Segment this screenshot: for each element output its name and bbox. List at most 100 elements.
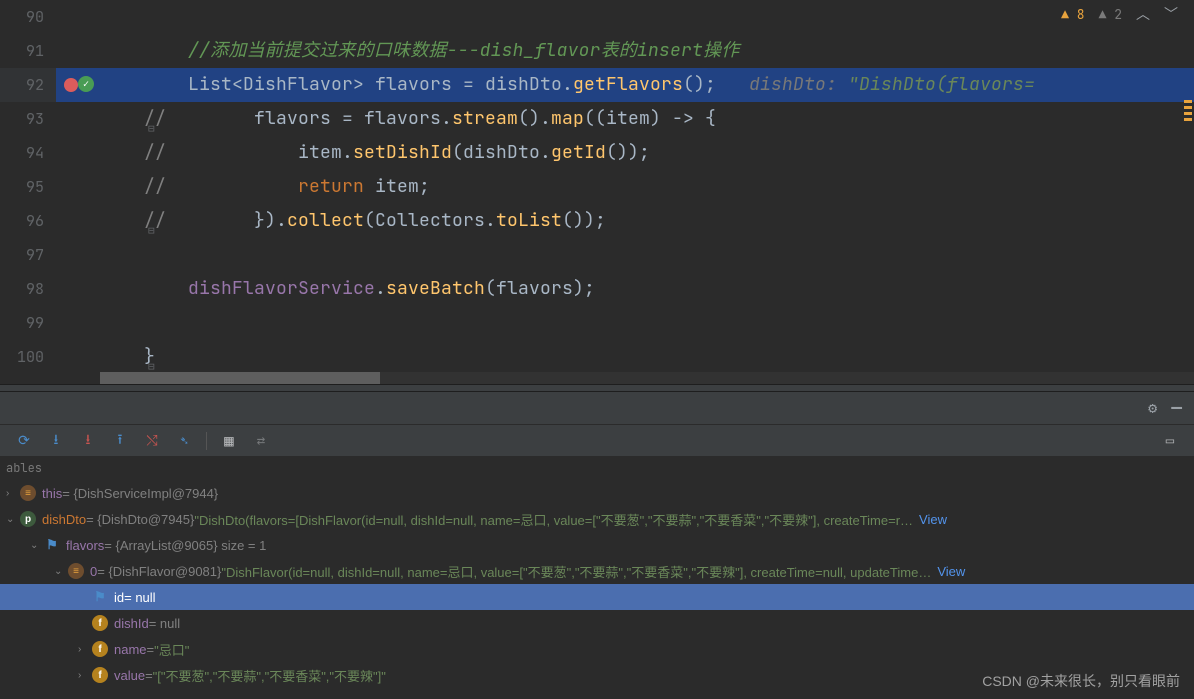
variable-value: = — [145, 668, 153, 683]
object-icon: ≡ — [68, 563, 84, 579]
expander-icon[interactable]: ⌄ — [54, 566, 68, 577]
line-number: 92 — [0, 68, 56, 102]
step-force-icon[interactable]: ⭳ — [74, 429, 102, 453]
watermark: CSDN @未来很长，别只看眼前 — [982, 671, 1180, 691]
variable-name: name — [114, 642, 147, 657]
code-line[interactable]: 93⊟ // flavors = flavors.stream().map((i… — [0, 102, 1194, 136]
code-text[interactable]: // }).collect(Collectors.toList()); — [100, 204, 1194, 238]
variable-row[interactable]: ⌄≡0 = {DishFlavor@9081} "DishFlavor(id=n… — [0, 558, 1194, 584]
code-line[interactable]: 92✓ List<DishFlavor> flavors = dishDto.g… — [0, 68, 1194, 102]
variable-row[interactable]: ›≡this = {DishServiceImpl@7944} — [0, 480, 1194, 506]
caret-up-icon[interactable]: ︿ — [1136, 4, 1150, 24]
step-out-icon[interactable]: ➴ — [170, 429, 198, 453]
expander-icon[interactable]: ⌄ — [30, 540, 44, 551]
code-text[interactable]: } — [100, 340, 1194, 374]
code-text[interactable]: // item.setDishId(dishDto.getId()); — [100, 136, 1194, 170]
gutter[interactable] — [56, 238, 100, 272]
code-text[interactable] — [100, 306, 1194, 340]
code-line[interactable]: 97 — [0, 238, 1194, 272]
variable-row[interactable]: fdishId = null — [0, 610, 1194, 636]
expander-icon[interactable]: › — [6, 488, 20, 499]
code-line[interactable]: 90 — [0, 0, 1194, 34]
weak-warning-icon[interactable]: ▲ 2 — [1099, 6, 1122, 23]
code-text[interactable]: // return item; — [100, 170, 1194, 204]
scrollbar-thumb[interactable] — [100, 372, 380, 384]
debug-panel-header: ⚙ — — [0, 392, 1194, 424]
step-download-icon[interactable]: ⭳ — [42, 429, 70, 453]
gutter[interactable]: ⊟ — [56, 340, 100, 374]
breakpoint-icon[interactable] — [64, 78, 78, 92]
variable-row[interactable]: ⚑id = null — [0, 584, 1194, 610]
variables-tree[interactable]: ›≡this = {DishServiceImpl@7944}⌄pdishDto… — [0, 480, 1194, 688]
variable-value: = {DishDto@7945} — [86, 512, 194, 527]
evaluate-expression-icon[interactable]: ▦ — [215, 429, 243, 453]
variable-row[interactable]: ⌄pdishDto = {DishDto@7945} "DishDto(flav… — [0, 506, 1194, 532]
toggle-icon[interactable]: ⇄ — [247, 429, 275, 453]
field-icon: f — [92, 615, 108, 631]
variable-value: = null — [149, 616, 180, 631]
minimize-icon[interactable]: — — [1171, 397, 1182, 420]
expander-icon[interactable]: › — [78, 670, 92, 681]
variable-value: = {DishServiceImpl@7944} — [62, 486, 218, 501]
shuffle-icon[interactable]: ⤭ — [138, 429, 166, 453]
gutter[interactable] — [56, 170, 100, 204]
gutter[interactable] — [56, 34, 100, 68]
restart-frame-icon[interactable]: ⟳ — [10, 429, 38, 453]
code-text[interactable] — [100, 238, 1194, 272]
editor-scrollbar-horizontal[interactable] — [100, 372, 1194, 384]
gutter[interactable]: ⊟ — [56, 204, 100, 238]
code-editor[interactable]: ▲ 8 ▲ 2 ︿ ﹀ 9091 //添加当前提交过来的口味数据---dish_… — [0, 0, 1194, 384]
field-icon: f — [92, 667, 108, 683]
field-flag-icon: ⚑ — [92, 589, 108, 605]
view-link[interactable]: View — [919, 512, 947, 527]
gutter[interactable]: ✓ — [56, 68, 100, 102]
variable-row[interactable]: ⌄⚑flavors = {ArrayList@9065} size = 1 — [0, 532, 1194, 558]
layout-icon[interactable]: ▭ — [1156, 429, 1184, 453]
code-text[interactable]: List<DishFlavor> flavors = dishDto.getFl… — [100, 68, 1194, 102]
line-number: 96 — [0, 204, 56, 238]
warning-icon[interactable]: ▲ 8 — [1061, 6, 1084, 23]
gutter[interactable]: ⊟ — [56, 102, 100, 136]
param-icon: p — [20, 511, 36, 527]
object-icon: ≡ — [20, 485, 36, 501]
variable-value: = {ArrayList@9065} size = 1 — [104, 538, 266, 553]
code-line[interactable]: 94 // item.setDishId(dishDto.getId()); — [0, 136, 1194, 170]
code-line[interactable]: 96⊟ // }).collect(Collectors.toList()); — [0, 204, 1194, 238]
view-link[interactable]: View — [937, 564, 965, 579]
caret-down-icon[interactable]: ﹀ — [1164, 4, 1178, 24]
fold-icon[interactable]: ⊟ — [148, 112, 155, 146]
line-number: 98 — [0, 272, 56, 306]
code-text[interactable]: // flavors = flavors.stream().map((item)… — [100, 102, 1194, 136]
gutter[interactable] — [56, 272, 100, 306]
gutter[interactable] — [56, 306, 100, 340]
variable-name: dishId — [114, 616, 149, 631]
variable-string: "DishFlavor(id=null, dishId=null, name=忌… — [221, 562, 931, 581]
code-text[interactable]: dishFlavorService.saveBatch(flavors); — [100, 272, 1194, 306]
panel-divider[interactable] — [0, 384, 1194, 392]
expander-icon[interactable]: ⌄ — [6, 514, 20, 525]
line-number: 100 — [0, 340, 56, 374]
code-line[interactable]: 95 // return item; — [0, 170, 1194, 204]
variable-value: = {DishFlavor@9081} — [97, 564, 221, 579]
fold-icon[interactable]: ⊟ — [148, 214, 155, 248]
pop-frame-icon[interactable]: ⭱ — [106, 429, 134, 453]
variable-value: = — [147, 642, 155, 657]
expander-icon[interactable]: › — [78, 644, 92, 655]
line-number: 90 — [0, 0, 56, 34]
variable-value: = null — [124, 590, 155, 605]
code-text[interactable]: //添加当前提交过来的口味数据---dish_flavor表的insert操作 — [100, 34, 1194, 68]
line-number: 94 — [0, 136, 56, 170]
variable-name: value — [114, 668, 145, 683]
variable-row[interactable]: ›fname = "忌口" — [0, 636, 1194, 662]
error-stripe[interactable] — [1184, 100, 1192, 124]
code-line[interactable]: 100⊟ } — [0, 340, 1194, 374]
line-number: 97 — [0, 238, 56, 272]
code-line[interactable]: 98 dishFlavorService.saveBatch(flavors); — [0, 272, 1194, 306]
gear-icon[interactable]: ⚙ — [1148, 398, 1157, 418]
code-line[interactable]: 99 — [0, 306, 1194, 340]
gutter[interactable] — [56, 0, 100, 34]
variable-string: "["不要葱","不要蒜","不要香菜","不要辣"]" — [153, 666, 386, 685]
gutter[interactable] — [56, 136, 100, 170]
code-line[interactable]: 91 //添加当前提交过来的口味数据---dish_flavor表的insert… — [0, 34, 1194, 68]
code-text[interactable] — [100, 0, 1194, 34]
